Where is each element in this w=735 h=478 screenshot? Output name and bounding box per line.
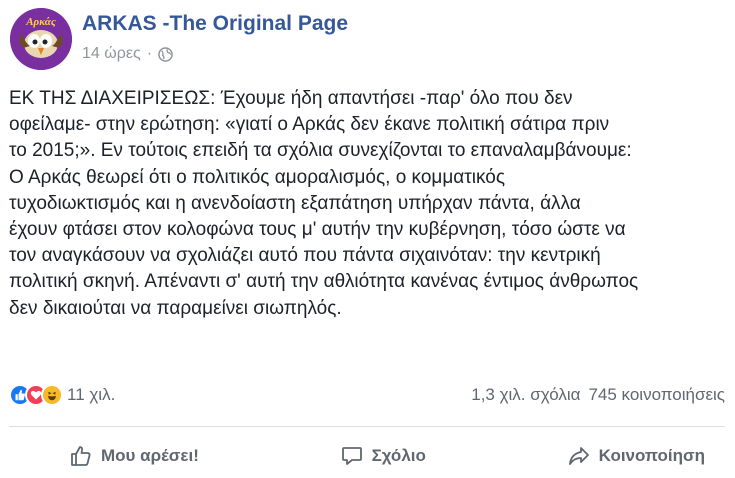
- reactions-count[interactable]: 11 χιλ.: [67, 385, 115, 405]
- comment-button[interactable]: Σχόλιο: [334, 444, 432, 468]
- speech-bubble-icon: [340, 444, 364, 468]
- facebook-post: Αρκάς ARKAS -The Original Page 14 ώρες ·…: [0, 0, 735, 478]
- arkas-bird-logo: Αρκάς: [10, 8, 72, 70]
- thumbs-up-icon: [69, 444, 93, 468]
- share-button[interactable]: Κοινοποίηση: [561, 444, 725, 468]
- page-name-link[interactable]: ARKAS -The Original Page: [82, 12, 348, 36]
- globe-icon[interactable]: [158, 46, 173, 62]
- post-actions: Μου αρέσει! Σχόλιο Κοινοποίηση: [9, 438, 725, 474]
- actions-divider: [9, 426, 725, 427]
- comments-count[interactable]: 1,3 χιλ. σχόλια: [471, 385, 580, 405]
- meta-separator: ·: [146, 45, 153, 62]
- share-label: Κοινοποίηση: [598, 446, 705, 465]
- page-avatar[interactable]: Αρκάς: [10, 8, 72, 70]
- comment-share-counts: 1,3 χιλ. σχόλια 745 κοινοποιήσεις: [471, 385, 725, 405]
- comment-label: Σχόλιο: [371, 446, 426, 465]
- reaction-icons: [9, 384, 63, 406]
- post-line: πολιτική σκηνή. Απέναντι σ' αυτή την αθλ…: [9, 271, 639, 293]
- post-line: οφείλαμε- στην ερώτηση: «γιατί ο Αρκάς δ…: [9, 114, 610, 136]
- post-meta: 14 ώρες ·: [82, 45, 173, 63]
- svg-text:Αρκάς: Αρκάς: [25, 16, 56, 28]
- engagement-stats: 11 χιλ. 1,3 χιλ. σχόλια 745 κοινοποιήσει…: [9, 381, 725, 409]
- post-line: δεν δικαιούται να παραμείνει σιωπηλός.: [9, 297, 342, 319]
- like-label: Μου αρέσει!: [101, 446, 199, 465]
- post-line: ΕΚ ΤΗΣ ΔΙΑΧΕΙΡΙΣΕΩΣ: Έχουμε ήδη απαντήσε…: [9, 88, 573, 109]
- reactions-summary[interactable]: 11 χιλ.: [9, 384, 115, 406]
- post-line: τυχοδιωκτισμός και η ανενδοίαστη εξαπάτη…: [9, 192, 581, 214]
- post-line: έχουν φτάσει στον κολοφώνα τους μ' αυτήν…: [9, 219, 626, 241]
- post-line: τον αναγκάσουν να σχολιάζει αυτό που πάν…: [9, 245, 601, 267]
- haha-icon: [41, 384, 63, 406]
- post-body: ΕΚ ΤΗΣ ΔΙΑΧΕΙΡΙΣΕΩΣ: Έχουμε ήδη απαντήσε…: [9, 86, 731, 322]
- post-line: το 2015;». Εν τούτοις επειδή τα σχόλια σ…: [9, 140, 632, 162]
- shares-count[interactable]: 745 κοινοποιήσεις: [588, 385, 725, 405]
- share-arrow-icon: [567, 444, 591, 468]
- post-timestamp[interactable]: 14 ώρες: [82, 45, 141, 63]
- like-button[interactable]: Μου αρέσει!: [9, 444, 205, 468]
- post-line: Ο Αρκάς θεωρεί ότι ο πολιτικός αμοραλισμ…: [9, 166, 505, 188]
